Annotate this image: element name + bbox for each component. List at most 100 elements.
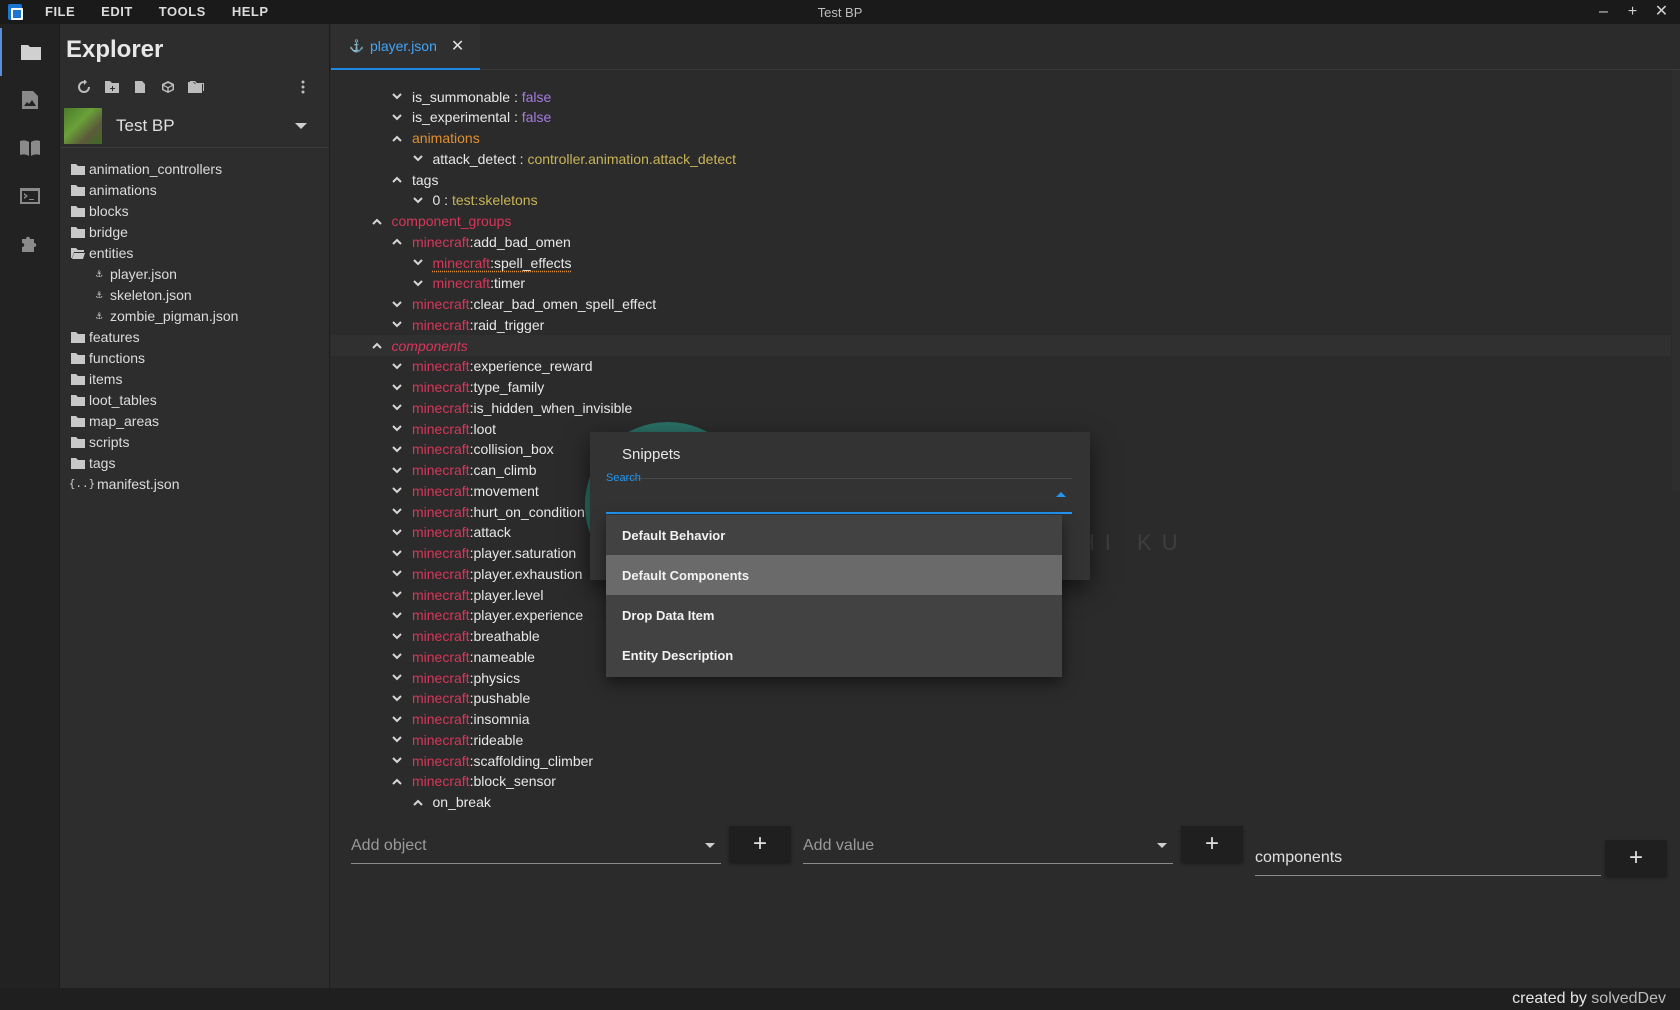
json-node[interactable]: minecraft:is_hidden_when_invisible (331, 397, 1671, 418)
tree-item[interactable]: entities (60, 242, 329, 263)
close-window-button[interactable]: ✕ (1647, 0, 1676, 24)
expand-chevron-icon[interactable] (390, 380, 404, 394)
context-input[interactable]: components (1255, 840, 1601, 876)
extensions-activity-button[interactable] (0, 220, 60, 268)
new-file-icon[interactable] (126, 77, 154, 97)
expand-chevron-icon[interactable] (390, 650, 404, 664)
menu-file[interactable]: FILE (32, 0, 88, 24)
tree-item[interactable]: features (60, 326, 329, 347)
expand-chevron-icon[interactable] (390, 712, 404, 726)
tree-item[interactable]: blocks (60, 200, 329, 221)
tree-item[interactable]: ⚓ skeleton.json (60, 284, 329, 305)
json-node[interactable]: minecraft:clear_bad_omen_spell_effect (331, 294, 1671, 315)
add-value-select[interactable]: Add value (803, 828, 1173, 864)
menu-help[interactable]: HELP (219, 0, 282, 24)
expand-chevron-icon[interactable] (390, 691, 404, 705)
expand-chevron-icon[interactable] (390, 754, 404, 768)
json-node[interactable]: animations (331, 128, 1671, 149)
json-node[interactable]: attack_detect : controller.animation.att… (331, 148, 1671, 169)
tree-item[interactable]: {..} manifest.json (60, 473, 329, 494)
expand-chevron-icon[interactable] (390, 608, 404, 622)
refresh-icon[interactable] (70, 77, 98, 97)
cube-icon[interactable] (154, 77, 182, 97)
close-tab-icon[interactable]: ✕ (451, 36, 464, 56)
expand-chevron-icon[interactable] (411, 152, 425, 166)
json-node[interactable]: minecraft:spell_effects (331, 252, 1671, 273)
expand-chevron-icon[interactable] (390, 318, 404, 332)
tree-item[interactable]: animations (60, 179, 329, 200)
snippet-option[interactable]: Default Behavior (606, 515, 1062, 555)
expand-chevron-icon[interactable] (390, 588, 404, 602)
expand-chevron-icon[interactable] (390, 401, 404, 415)
snippet-search-input[interactable] (606, 474, 1072, 514)
json-node[interactable]: is_summonable : false (331, 86, 1671, 107)
tree-item[interactable]: bridge (60, 221, 329, 242)
json-node[interactable]: minecraft:type_family (331, 377, 1671, 398)
add-context-button[interactable]: + (1605, 840, 1667, 876)
tree-item[interactable]: map_areas (60, 410, 329, 431)
expand-chevron-icon[interactable] (390, 733, 404, 747)
json-node[interactable]: minecraft:insomnia (331, 709, 1671, 730)
tab-player-json[interactable]: ⚓ player.json ✕ (331, 24, 481, 70)
json-node[interactable]: minecraft:experience_reward (331, 356, 1671, 377)
expand-chevron-icon[interactable] (390, 422, 404, 436)
json-node[interactable]: on_break (331, 792, 1671, 813)
minimize-button[interactable]: – (1589, 0, 1618, 24)
add-object-select[interactable]: Add object (351, 828, 721, 864)
image-activity-button[interactable] (0, 76, 60, 124)
tree-item[interactable]: ⚓ zombie_pigman.json (60, 305, 329, 326)
collapse-chevron-icon[interactable] (390, 131, 404, 145)
tree-item[interactable]: items (60, 368, 329, 389)
new-folder-icon[interactable] (98, 77, 126, 97)
docs-activity-button[interactable] (0, 124, 60, 172)
expand-chevron-icon[interactable] (390, 90, 404, 104)
collapse-chevron-icon[interactable] (390, 173, 404, 187)
collapse-chevron-icon[interactable] (390, 235, 404, 249)
tree-item[interactable]: ⚓ player.json (60, 263, 329, 284)
snippet-option[interactable]: Default Components (606, 555, 1062, 595)
expand-chevron-icon[interactable] (390, 505, 404, 519)
json-node[interactable]: component_groups (331, 211, 1671, 232)
json-node[interactable]: minecraft:pushable (331, 688, 1671, 709)
json-node[interactable]: tags (331, 169, 1671, 190)
collapse-chevron-icon[interactable] (370, 214, 384, 228)
expand-chevron-icon[interactable] (411, 193, 425, 207)
collapse-chevron-icon[interactable] (390, 774, 404, 788)
json-node[interactable]: minecraft:rideable (331, 729, 1671, 750)
add-object-button[interactable]: + (729, 826, 791, 862)
menu-edit[interactable]: EDIT (88, 0, 146, 24)
expand-chevron-icon[interactable] (390, 567, 404, 581)
editor-scrollbar[interactable] (1672, 70, 1680, 490)
tree-item[interactable]: functions (60, 347, 329, 368)
tree-item[interactable]: animation_controllers (60, 158, 329, 179)
snippet-option[interactable]: Drop Data Item (606, 595, 1062, 635)
maximize-button[interactable]: + (1618, 0, 1647, 24)
json-node[interactable]: components (331, 335, 1671, 356)
project-selector[interactable]: Test BP (60, 104, 329, 148)
expand-chevron-icon[interactable] (390, 110, 404, 124)
open-folder-icon[interactable] (182, 77, 210, 97)
expand-chevron-icon[interactable] (390, 297, 404, 311)
expand-chevron-icon[interactable] (390, 359, 404, 373)
json-node[interactable]: minecraft:block_sensor (331, 771, 1671, 792)
tree-item[interactable]: scripts (60, 431, 329, 452)
json-node[interactable]: minecraft:raid_trigger (331, 314, 1671, 335)
json-node[interactable]: 0 : test:skeletons (331, 190, 1671, 211)
json-node[interactable]: minecraft:add_bad_omen (331, 231, 1671, 252)
expand-chevron-icon[interactable] (390, 671, 404, 685)
json-node[interactable]: is_experimental : false (331, 107, 1671, 128)
expand-chevron-icon[interactable] (390, 525, 404, 539)
expand-chevron-icon[interactable] (390, 463, 404, 477)
tree-item[interactable]: loot_tables (60, 389, 329, 410)
json-node[interactable]: minecraft:timer (331, 273, 1671, 294)
collapse-chevron-icon[interactable] (411, 795, 425, 809)
expand-chevron-icon[interactable] (411, 276, 425, 290)
explorer-activity-button[interactable] (0, 28, 60, 76)
expand-chevron-icon[interactable] (390, 546, 404, 560)
menu-tools[interactable]: TOOLS (146, 0, 219, 24)
add-value-button[interactable]: + (1181, 826, 1243, 862)
expand-chevron-icon[interactable] (411, 256, 425, 270)
snippet-option[interactable]: Entity Description (606, 635, 1062, 675)
expand-chevron-icon[interactable] (390, 629, 404, 643)
tree-item[interactable]: tags (60, 452, 329, 473)
